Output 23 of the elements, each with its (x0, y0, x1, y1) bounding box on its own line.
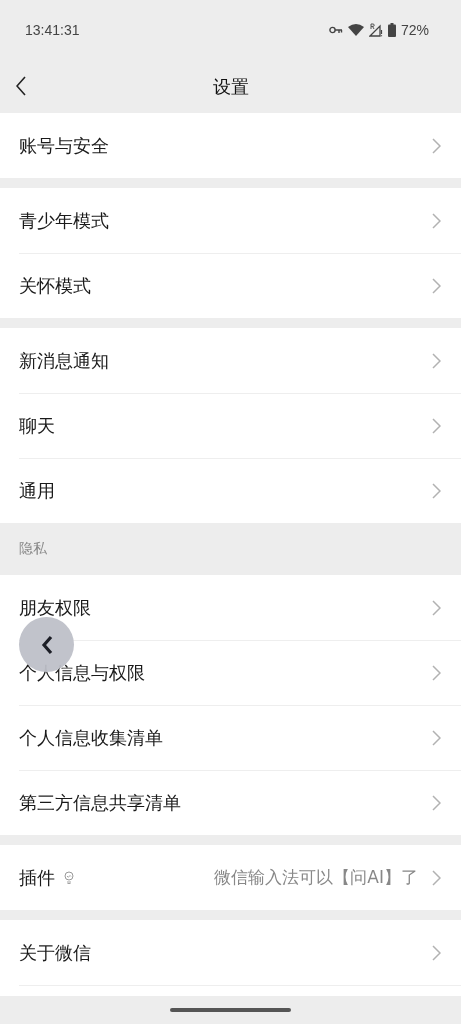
chevron-right-icon (432, 137, 441, 154)
chevron-right-icon (432, 482, 441, 499)
chevron-right-icon (432, 794, 441, 811)
page-title: 设置 (212, 74, 249, 99)
clock: 13:41:31 (25, 22, 81, 38)
chevron-right-icon (432, 417, 441, 434)
key-icon (328, 26, 343, 34)
chevron-right-icon (432, 869, 441, 886)
chevron-right-icon (432, 729, 441, 746)
chevron-right-icon (432, 212, 441, 229)
section-header: 隐私 (18, 539, 48, 558)
chevron-right-icon (432, 599, 441, 616)
signal-icon (368, 23, 383, 37)
battery-percentage: 72% (400, 22, 429, 38)
chevron-left-icon (16, 76, 26, 96)
chevron-right-icon (432, 277, 441, 294)
chevron-right-icon (432, 352, 441, 369)
chevron-right-icon (432, 664, 441, 681)
chevron-left-icon (40, 634, 53, 655)
battery-icon (387, 23, 396, 37)
chevron-right-icon (432, 944, 441, 961)
lightbulb-icon (64, 871, 74, 884)
wifi-icon (347, 24, 364, 36)
